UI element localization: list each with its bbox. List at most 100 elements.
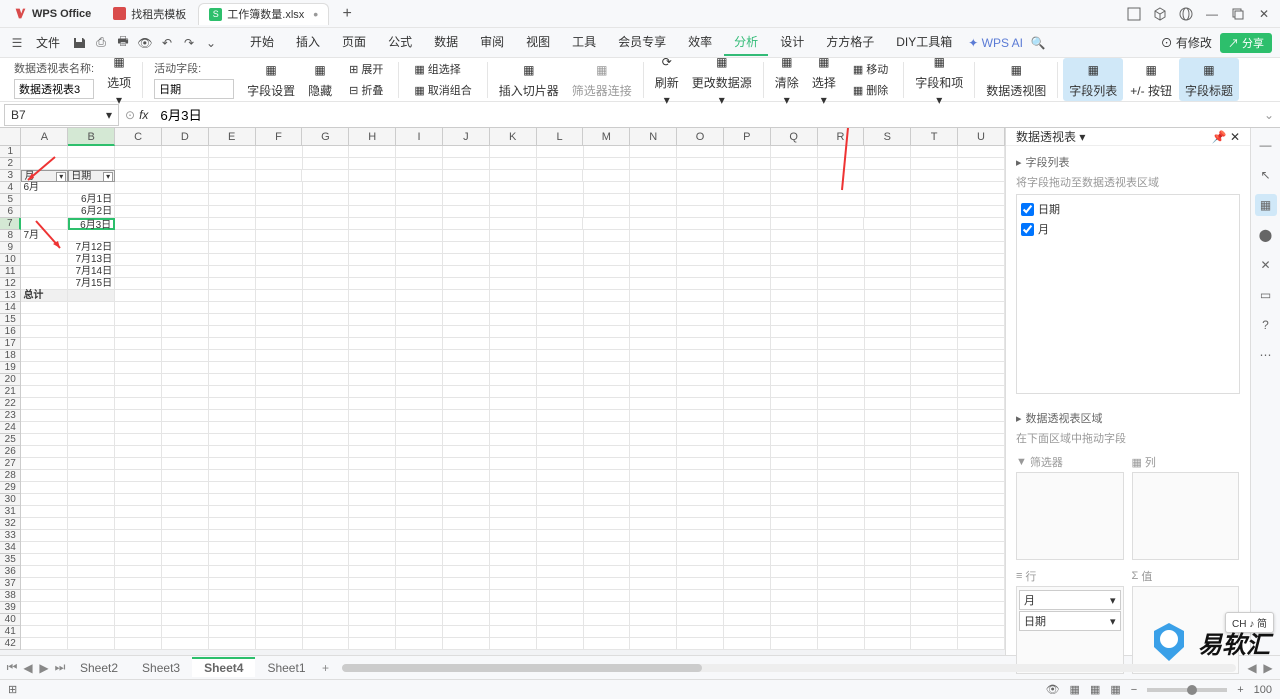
cell[interactable]: [490, 542, 537, 554]
cell[interactable]: [443, 506, 490, 518]
cell[interactable]: [958, 602, 1005, 614]
cell[interactable]: [677, 626, 724, 638]
cell[interactable]: [818, 266, 865, 278]
cell[interactable]: [115, 230, 162, 242]
cell[interactable]: [303, 326, 350, 338]
cell[interactable]: [162, 458, 209, 470]
col-header-R[interactable]: R: [818, 128, 865, 146]
select-all-corner[interactable]: [0, 128, 21, 146]
cell[interactable]: [537, 638, 584, 650]
cell[interactable]: [349, 170, 396, 182]
cell[interactable]: [677, 146, 724, 158]
cell[interactable]: [256, 386, 303, 398]
cell[interactable]: [677, 362, 724, 374]
cell[interactable]: [303, 398, 350, 410]
pm-button[interactable]: ▦+/- 按钮: [1124, 58, 1178, 101]
row-header[interactable]: 37: [0, 578, 21, 590]
cell[interactable]: [21, 446, 68, 458]
cell[interactable]: [349, 290, 396, 302]
cell[interactable]: [911, 146, 958, 158]
cell[interactable]: [162, 230, 209, 242]
cell[interactable]: [677, 602, 724, 614]
cell[interactable]: [443, 602, 490, 614]
cell[interactable]: [537, 350, 584, 362]
cell[interactable]: [396, 410, 443, 422]
cell[interactable]: [677, 194, 724, 206]
cell[interactable]: [256, 314, 303, 326]
cell[interactable]: [349, 602, 396, 614]
cell[interactable]: [958, 626, 1005, 638]
cell[interactable]: [349, 458, 396, 470]
column-zone[interactable]: [1132, 472, 1240, 560]
cell[interactable]: [865, 362, 912, 374]
cell[interactable]: [818, 350, 865, 362]
cell[interactable]: [68, 590, 115, 602]
cell[interactable]: [162, 590, 209, 602]
cell[interactable]: [724, 542, 771, 554]
cell[interactable]: [396, 362, 443, 374]
cell[interactable]: [162, 506, 209, 518]
field-headers-button[interactable]: ▦字段标题: [1179, 58, 1239, 101]
name-box[interactable]: B7▾: [4, 104, 119, 126]
cell[interactable]: [115, 578, 162, 590]
cell[interactable]: [349, 314, 396, 326]
minimize-button[interactable]: —: [1200, 3, 1224, 25]
cell[interactable]: [818, 206, 865, 218]
cell[interactable]: [162, 602, 209, 614]
cell[interactable]: [303, 506, 350, 518]
cell[interactable]: [349, 398, 396, 410]
cell[interactable]: [818, 626, 865, 638]
cell[interactable]: [209, 434, 256, 446]
row-header[interactable]: 18: [0, 350, 21, 362]
cell[interactable]: [490, 422, 537, 434]
cell[interactable]: [21, 518, 68, 530]
cell[interactable]: [958, 242, 1005, 254]
cell[interactable]: [256, 410, 303, 422]
cell[interactable]: [537, 410, 584, 422]
group-button[interactable]: ▦ 组选择: [410, 60, 464, 78]
cell[interactable]: [115, 290, 162, 302]
cell[interactable]: [911, 566, 958, 578]
cell[interactable]: [911, 458, 958, 470]
cell[interactable]: [349, 590, 396, 602]
cell[interactable]: [724, 614, 771, 626]
cell[interactable]: [443, 446, 490, 458]
cell[interactable]: [396, 326, 443, 338]
cell[interactable]: [865, 182, 912, 194]
cell[interactable]: [349, 278, 396, 290]
cell[interactable]: [865, 578, 912, 590]
cell[interactable]: [771, 410, 818, 422]
cell[interactable]: [630, 482, 677, 494]
cell[interactable]: [677, 290, 724, 302]
cell[interactable]: [584, 242, 631, 254]
cell[interactable]: [443, 218, 490, 230]
cell[interactable]: [490, 470, 537, 482]
cell[interactable]: [68, 626, 115, 638]
cell[interactable]: [303, 266, 350, 278]
cell[interactable]: [396, 530, 443, 542]
changes-indicator[interactable]: ⊙ 有修改: [1161, 34, 1212, 51]
cell[interactable]: [865, 290, 912, 302]
clear-button[interactable]: ▦清除▾: [769, 50, 805, 109]
print-icon[interactable]: 🖶: [114, 34, 132, 52]
cell[interactable]: [396, 194, 443, 206]
cell[interactable]: [349, 470, 396, 482]
cell[interactable]: [443, 374, 490, 386]
first-sheet-icon[interactable]: ⏮: [4, 660, 20, 675]
cell[interactable]: [630, 194, 677, 206]
cell[interactable]: [209, 326, 256, 338]
col-header-C[interactable]: C: [115, 128, 162, 146]
cell[interactable]: [958, 218, 1005, 230]
cell[interactable]: [630, 566, 677, 578]
zoom-in-icon[interactable]: +: [1237, 684, 1243, 696]
cell[interactable]: [724, 422, 771, 434]
cell[interactable]: [68, 434, 115, 446]
menu-tab-6[interactable]: 视图: [516, 29, 560, 56]
cell[interactable]: [396, 278, 443, 290]
cell[interactable]: [771, 482, 818, 494]
cell[interactable]: [630, 182, 677, 194]
cell[interactable]: [818, 290, 865, 302]
cell[interactable]: [256, 434, 303, 446]
cell[interactable]: [911, 278, 958, 290]
cell[interactable]: [303, 194, 350, 206]
